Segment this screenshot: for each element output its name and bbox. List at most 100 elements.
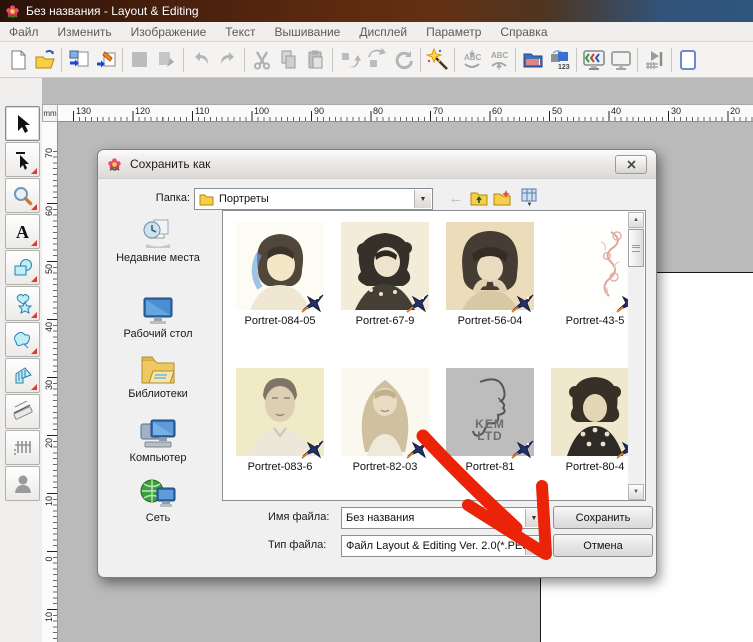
recent-places-icon bbox=[140, 218, 176, 250]
place-libraries[interactable]: Библиотеки bbox=[104, 352, 212, 400]
up-folder-icon bbox=[470, 190, 488, 206]
filetype-combobox[interactable]: Файл Layout & Editing Ver. 2.0(*.PES) ▼ bbox=[341, 535, 544, 557]
portrait-tool-button[interactable] bbox=[5, 466, 40, 501]
toolbar-separator bbox=[671, 48, 672, 72]
file-item[interactable]: Portret-083-6 bbox=[229, 368, 331, 473]
filename-combobox[interactable]: Без названия ▼ bbox=[341, 507, 544, 529]
menu-bar: Файл Изменить Изображение Текст Вышивани… bbox=[0, 22, 753, 42]
file-name: Portret-084-05 bbox=[229, 315, 331, 327]
paste-icon[interactable] bbox=[302, 46, 329, 73]
up-folder-button[interactable] bbox=[469, 188, 489, 208]
dialog-close-icon[interactable] bbox=[615, 155, 647, 174]
v-ruler-label: 60 bbox=[44, 203, 54, 219]
place-recent[interactable]: Недавние места bbox=[104, 218, 212, 264]
file-thumbnail bbox=[341, 222, 429, 310]
menu-help[interactable]: Справка bbox=[500, 25, 547, 39]
scroll-down-icon[interactable]: ▼ bbox=[628, 484, 644, 500]
svg-text:A: A bbox=[16, 222, 29, 242]
tool-palette: A bbox=[0, 78, 42, 642]
refresh-icon[interactable] bbox=[390, 46, 417, 73]
back-button[interactable]: ← bbox=[446, 188, 466, 208]
menu-sew[interactable]: Вышивание bbox=[274, 25, 340, 39]
file-item[interactable]: KEM LTD Portret-81 bbox=[439, 368, 541, 473]
save-icon[interactable] bbox=[126, 46, 153, 73]
edit-image-icon[interactable] bbox=[92, 46, 119, 73]
file-item[interactable]: Portret-56-04 bbox=[439, 222, 541, 327]
main-toolbar: ABC ABC 123 bbox=[0, 42, 753, 78]
filetype-dropdown-icon[interactable]: ▼ bbox=[525, 537, 542, 555]
fan-shape-tool-button[interactable] bbox=[5, 358, 40, 393]
file-list-scrollbar[interactable]: ▲ ▼ bbox=[628, 212, 644, 500]
filename-dropdown-icon[interactable]: ▼ bbox=[525, 509, 542, 527]
undo-icon[interactable] bbox=[187, 46, 214, 73]
star-heart-tool-button[interactable] bbox=[5, 286, 40, 321]
file-item[interactable]: Portret-82-03 bbox=[334, 368, 436, 473]
place-network[interactable]: Сеть bbox=[104, 478, 212, 524]
outline-shape-tool-button[interactable] bbox=[5, 322, 40, 357]
stitch-view-icon[interactable] bbox=[607, 46, 634, 73]
cut-icon[interactable] bbox=[248, 46, 275, 73]
folder-dropdown-icon[interactable]: ▼ bbox=[414, 190, 431, 208]
place-label: Недавние места bbox=[116, 252, 200, 264]
design-property-icon[interactable] bbox=[675, 46, 702, 73]
toolbar-separator bbox=[183, 48, 184, 72]
folder-combobox[interactable]: Портреты ▼ bbox=[194, 188, 433, 210]
place-desktop[interactable]: Рабочий стол bbox=[104, 296, 212, 340]
menu-option[interactable]: Параметр bbox=[426, 25, 481, 39]
open-image-icon[interactable] bbox=[65, 46, 92, 73]
thumbnail-watermark: KEM LTD bbox=[468, 418, 512, 442]
place-label: Сеть bbox=[146, 512, 170, 524]
file-item[interactable]: Portret-67-9 bbox=[334, 222, 436, 327]
save-button[interactable]: Сохранить bbox=[553, 506, 653, 529]
toolbar-separator bbox=[61, 48, 62, 72]
file-thumbnail bbox=[551, 368, 639, 456]
select-tool-button[interactable] bbox=[5, 106, 40, 141]
cancel-button[interactable]: Отмена bbox=[553, 534, 653, 557]
view-menu-button[interactable]: ▼ bbox=[515, 188, 543, 208]
text-arch-down-icon[interactable]: ABC bbox=[458, 46, 485, 73]
rotate-left-icon[interactable] bbox=[336, 46, 363, 73]
menu-display[interactable]: Дисплей bbox=[359, 25, 407, 39]
place-computer[interactable]: Компьютер bbox=[104, 418, 212, 464]
zoom-tool-button[interactable] bbox=[5, 178, 40, 213]
point-edit-tool-button[interactable] bbox=[5, 142, 40, 177]
menu-text[interactable]: Текст bbox=[225, 25, 255, 39]
write-card-icon[interactable] bbox=[153, 46, 180, 73]
file-thumbnail bbox=[551, 222, 639, 310]
redo-icon[interactable] bbox=[214, 46, 241, 73]
file-item[interactable]: Portret-084-05 bbox=[229, 222, 331, 327]
scrollbar-thumb[interactable] bbox=[628, 229, 644, 267]
h-ruler-label: 70 bbox=[433, 106, 443, 116]
open-design-icon[interactable] bbox=[31, 46, 58, 73]
shapes-tool-button[interactable] bbox=[5, 250, 40, 285]
manual-punch-tool-button[interactable] bbox=[5, 430, 40, 465]
realistic-view-icon[interactable] bbox=[580, 46, 607, 73]
text-arch-up-icon[interactable]: ABC bbox=[485, 46, 512, 73]
file-name: Portret-56-04 bbox=[439, 315, 541, 327]
menu-edit[interactable]: Изменить bbox=[58, 25, 112, 39]
magic-wand-icon[interactable] bbox=[424, 46, 451, 73]
measure-tool-button[interactable] bbox=[5, 394, 40, 429]
file-list: Portret-084-05 Portret-67-9 bbox=[222, 210, 646, 501]
toolbar-separator bbox=[576, 48, 577, 72]
scrollbar-grip bbox=[632, 245, 640, 252]
file-thumbnail bbox=[236, 368, 324, 456]
stitch-simulator-icon[interactable] bbox=[641, 46, 668, 73]
pes-file-icon bbox=[510, 290, 536, 314]
filename-value: Без названия bbox=[346, 512, 414, 524]
scroll-up-icon[interactable]: ▲ bbox=[628, 212, 644, 228]
thread-chart-icon[interactable] bbox=[519, 46, 546, 73]
new-folder-button[interactable] bbox=[492, 188, 512, 208]
new-document-icon[interactable] bbox=[4, 46, 31, 73]
application-window: Без названия - Layout & Editing Файл Изм… bbox=[0, 0, 753, 642]
text-tool-button[interactable]: A bbox=[5, 214, 40, 249]
copy-icon[interactable] bbox=[275, 46, 302, 73]
menu-image[interactable]: Изображение bbox=[131, 25, 207, 39]
desktop-icon bbox=[140, 296, 176, 326]
sewing-order-icon[interactable]: 123 bbox=[546, 46, 573, 73]
file-thumbnail bbox=[341, 368, 429, 456]
menu-file[interactable]: Файл bbox=[9, 25, 39, 39]
h-ruler-label: 130 bbox=[76, 106, 91, 116]
v-ruler-label: 40 bbox=[44, 319, 54, 335]
rotate-right-icon[interactable] bbox=[363, 46, 390, 73]
